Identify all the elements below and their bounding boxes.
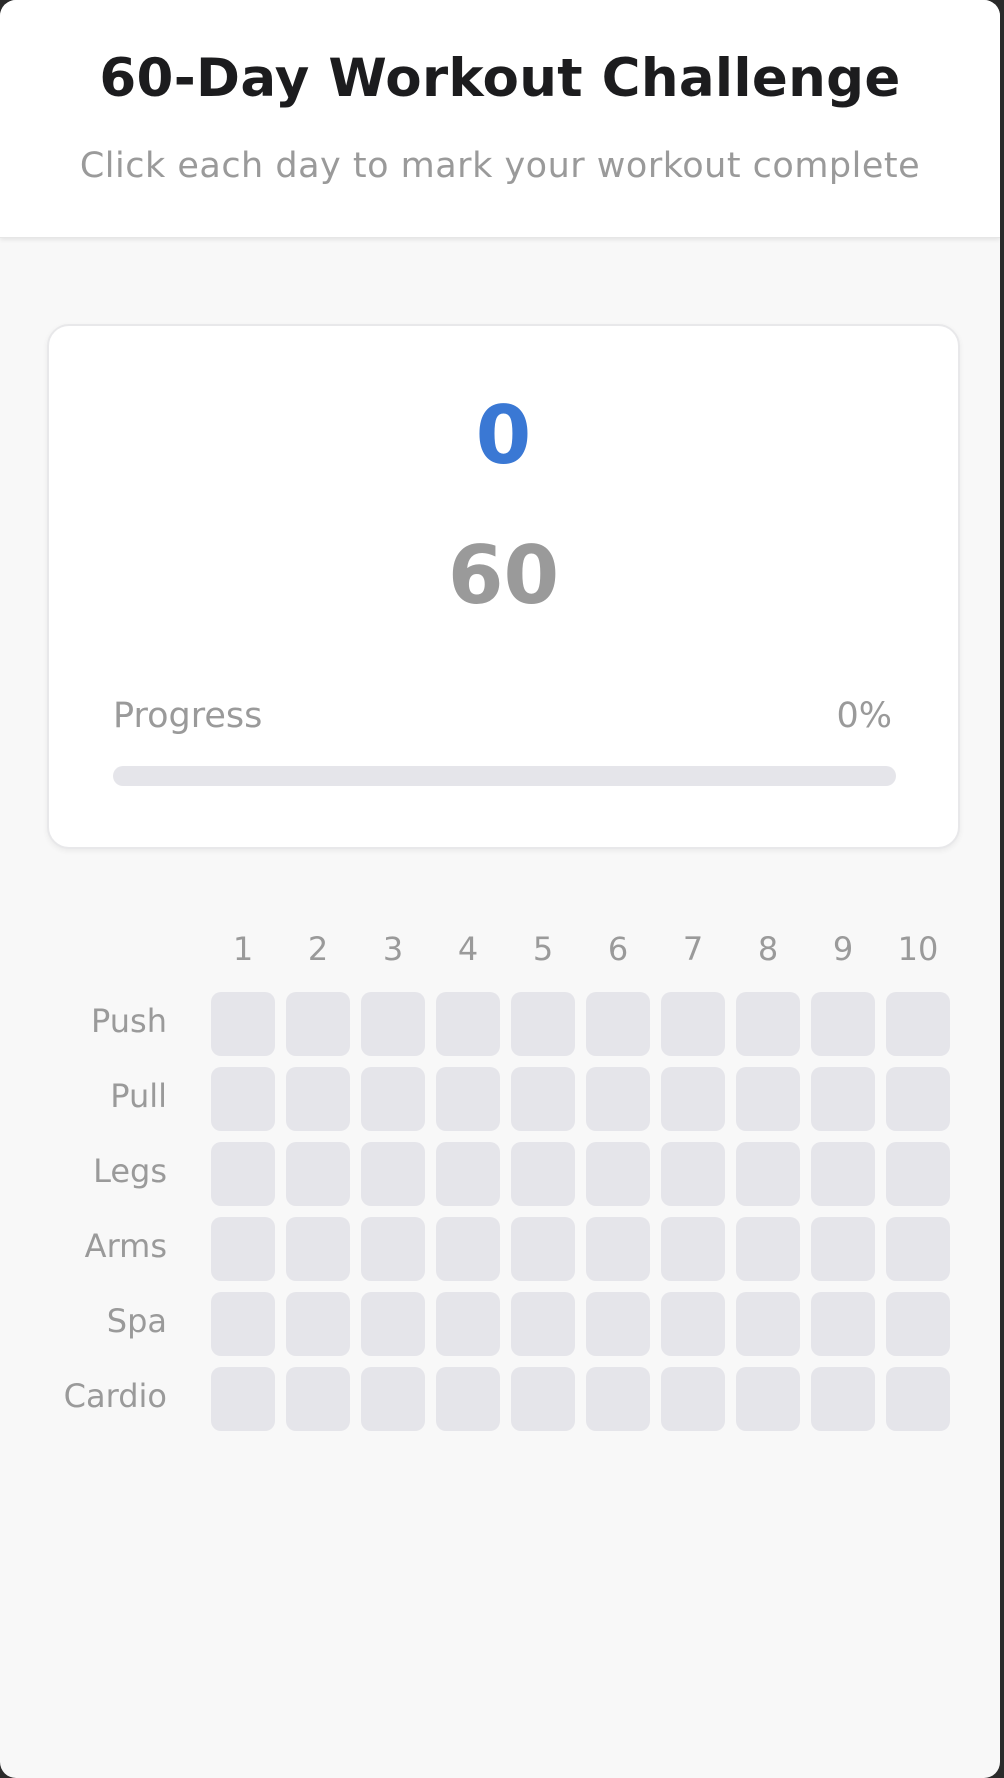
day-cell-pull-9[interactable] [811,1067,875,1131]
day-cell-cardio-8[interactable] [736,1367,800,1431]
day-cell-cardio-3[interactable] [361,1367,425,1431]
day-cell-legs-1[interactable] [211,1142,275,1206]
day-cell-legs-3[interactable] [361,1142,425,1206]
day-header-9: 9 [832,930,854,968]
day-header-10: 10 [897,930,939,968]
day-header-3: 3 [382,930,404,968]
day-header-7: 7 [682,930,704,968]
day-cell-push-7[interactable] [661,992,725,1056]
day-cell-arms-4[interactable] [436,1217,500,1281]
day-cell-pull-1[interactable] [211,1067,275,1131]
day-cell-cardio-10[interactable] [886,1367,950,1431]
stats-card: 0 60 Progress 0% [47,324,960,849]
completed-count: 0 [475,389,532,482]
day-cell-cardio-2[interactable] [286,1367,350,1431]
day-cell-spa-4[interactable] [436,1292,500,1356]
day-cell-spa-8[interactable] [736,1292,800,1356]
progress-bar [113,766,896,786]
day-cell-arms-7[interactable] [661,1217,725,1281]
day-header-6: 6 [607,930,629,968]
row-label-pull: Pull [110,1077,167,1115]
day-cell-push-8[interactable] [736,992,800,1056]
day-header-5: 5 [532,930,554,968]
day-cell-arms-3[interactable] [361,1217,425,1281]
day-cell-cardio-6[interactable] [586,1367,650,1431]
day-cell-pull-2[interactable] [286,1067,350,1131]
row-label-cardio: Cardio [63,1377,167,1415]
row-label-legs: Legs [93,1152,167,1190]
day-cell-cardio-4[interactable] [436,1367,500,1431]
day-cell-cardio-5[interactable] [511,1367,575,1431]
app-screen: 60-Day Workout Challenge Click each day … [0,0,1000,1778]
day-cell-cardio-9[interactable] [811,1367,875,1431]
total-count: 60 [447,529,560,622]
day-cell-pull-5[interactable] [511,1067,575,1131]
progress-label: Progress [113,696,263,736]
day-cell-push-5[interactable] [511,992,575,1056]
page-title: 60-Day Workout Challenge [99,48,901,109]
day-cell-arms-9[interactable] [811,1217,875,1281]
day-cell-legs-6[interactable] [586,1142,650,1206]
day-cell-legs-5[interactable] [511,1142,575,1206]
day-cell-legs-10[interactable] [886,1142,950,1206]
day-cell-arms-5[interactable] [511,1217,575,1281]
day-cell-legs-4[interactable] [436,1142,500,1206]
day-cell-push-4[interactable] [436,992,500,1056]
day-cell-pull-10[interactable] [886,1067,950,1131]
day-cell-legs-8[interactable] [736,1142,800,1206]
day-cell-pull-3[interactable] [361,1067,425,1131]
day-cell-pull-8[interactable] [736,1067,800,1131]
day-cell-cardio-7[interactable] [661,1367,725,1431]
day-cell-arms-2[interactable] [286,1217,350,1281]
day-cell-push-9[interactable] [811,992,875,1056]
day-cell-spa-5[interactable] [511,1292,575,1356]
day-cell-spa-10[interactable] [886,1292,950,1356]
day-cell-spa-7[interactable] [661,1292,725,1356]
day-cell-push-3[interactable] [361,992,425,1056]
row-label-push: Push [91,1002,167,1040]
day-cell-spa-9[interactable] [811,1292,875,1356]
day-cell-spa-6[interactable] [586,1292,650,1356]
day-cell-pull-7[interactable] [661,1067,725,1131]
day-cell-spa-1[interactable] [211,1292,275,1356]
day-header-1: 1 [232,930,254,968]
day-cell-pull-4[interactable] [436,1067,500,1131]
day-cell-legs-2[interactable] [286,1142,350,1206]
day-header-2: 2 [307,930,329,968]
day-cell-push-6[interactable] [586,992,650,1056]
day-cell-cardio-1[interactable] [211,1367,275,1431]
day-cell-arms-8[interactable] [736,1217,800,1281]
day-cell-push-2[interactable] [286,992,350,1056]
day-cell-arms-1[interactable] [211,1217,275,1281]
day-cell-arms-10[interactable] [886,1217,950,1281]
day-cell-legs-7[interactable] [661,1142,725,1206]
page-header: 60-Day Workout Challenge Click each day … [0,0,1000,238]
day-header-4: 4 [457,930,479,968]
day-cell-arms-6[interactable] [586,1217,650,1281]
day-cell-push-10[interactable] [886,992,950,1056]
row-label-arms: Arms [84,1227,167,1265]
day-cell-push-1[interactable] [211,992,275,1056]
day-header-8: 8 [757,930,779,968]
day-cell-spa-3[interactable] [361,1292,425,1356]
row-label-spa: Spa [106,1302,167,1340]
day-cell-spa-2[interactable] [286,1292,350,1356]
page-subtitle: Click each day to mark your workout comp… [79,146,921,186]
progress-percent: 0% [836,696,892,736]
day-cell-legs-9[interactable] [811,1142,875,1206]
day-cell-pull-6[interactable] [586,1067,650,1131]
